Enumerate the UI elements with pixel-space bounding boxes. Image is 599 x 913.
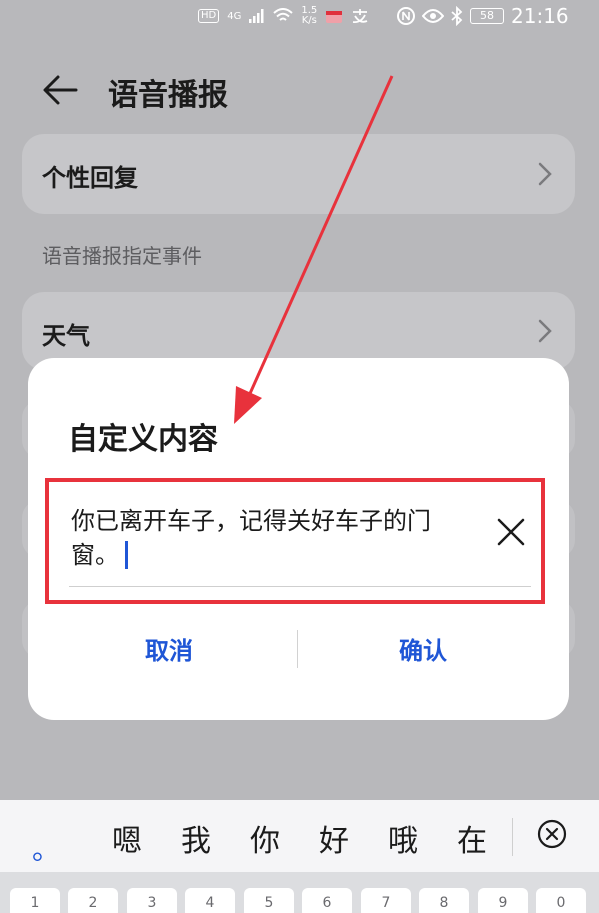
number-key[interactable]: 0 [536,888,586,913]
hd-badge: HD [198,9,220,23]
number-key[interactable]: 9 [478,888,528,913]
candidate-word[interactable]: 好 [319,816,349,860]
dialog-title: 自定义内容 [68,422,218,457]
app-notification-icon [326,11,343,23]
page-title: 语音播报 [108,78,228,113]
input-highlight-box: 你已离开车子，记得关好车子的门窗。 [45,478,545,604]
personal-reply-item[interactable]: 个性回复 [22,134,575,214]
network-speed: 1.5 K/s [301,6,317,26]
text-caret [125,541,128,569]
chevron-right-icon [538,162,552,186]
weather-label: 天气 [42,322,90,350]
chevron-right-icon [538,319,552,343]
number-key[interactable]: 5 [244,888,294,913]
number-key[interactable]: 8 [419,888,469,913]
page-header: 语音播报 [0,62,599,118]
nfc-icon [397,7,415,25]
number-key[interactable]: 4 [185,888,235,913]
candidate-bar: 。 嗯 我 你 好 哦 在 [0,800,599,872]
wifi-icon [273,8,294,21]
candidate-word[interactable]: 你 [250,816,280,860]
number-key-row: 1 2 3 4 5 6 7 8 9 0 [0,872,599,913]
candidate-separator [512,818,513,856]
clock: 21:16 [511,4,569,28]
clear-icon[interactable] [495,516,527,548]
section-label: 语音播报指定事件 [42,244,202,268]
back-arrow-icon[interactable] [40,72,80,108]
number-key[interactable]: 7 [361,888,411,913]
signal-icon [249,9,264,23]
candidate-word[interactable]: 嗯 [112,816,142,860]
speed-unit: K/s [301,15,317,26]
network-type: 4G [227,10,242,22]
content-input[interactable]: 你已离开车子，记得关好车子的门窗。 [71,504,471,572]
punctuation-key[interactable]: 。 [32,828,60,868]
input-underline [69,586,531,587]
number-key[interactable]: 1 [10,888,60,913]
battery-indicator: 58 [470,8,504,24]
number-key[interactable]: 3 [127,888,177,913]
close-candidates-icon[interactable] [536,818,568,850]
alipay-icon [353,9,368,24]
custom-content-dialog: 自定义内容 你已离开车子，记得关好车子的门窗。 取消 确认 [28,358,569,720]
personal-reply-label: 个性回复 [42,164,138,192]
eye-icon [422,9,444,23]
candidate-word[interactable]: 在 [457,816,487,860]
bluetooth-icon [451,6,463,26]
candidate-word[interactable]: 我 [181,816,211,860]
confirm-button[interactable]: 确认 [298,628,548,674]
number-key[interactable]: 6 [302,888,352,913]
cancel-button[interactable]: 取消 [44,628,294,674]
candidate-word[interactable]: 哦 [388,816,418,860]
status-bar: HD 4G 1.5 K/s 58 21:16 [0,0,599,34]
number-key[interactable]: 2 [68,888,118,913]
